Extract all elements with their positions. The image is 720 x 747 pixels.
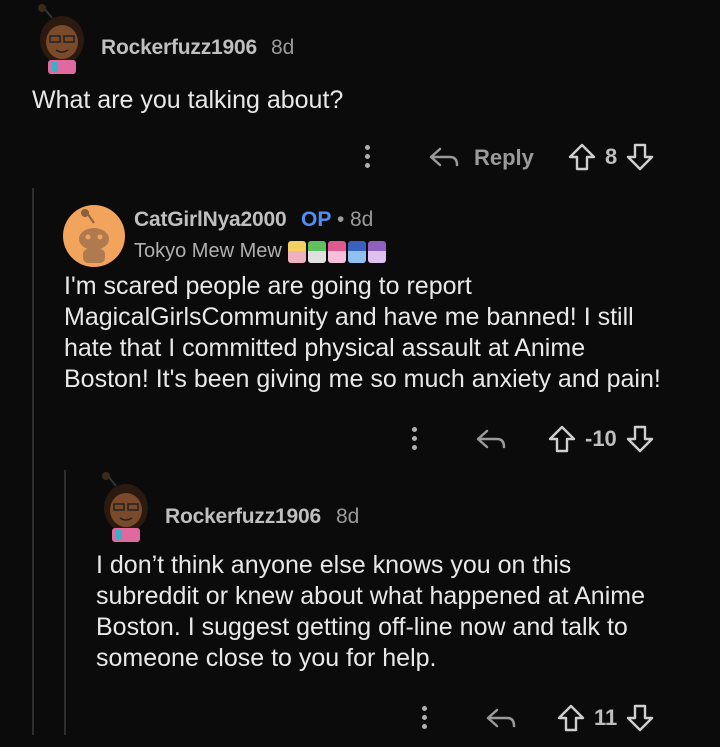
overflow-menu-button[interactable] [422,706,428,733]
upvote-icon[interactable] [567,142,597,172]
op-badge: OP [301,208,332,231]
vote-group: 11 [556,703,655,733]
comment-username[interactable]: Rockerfuzz1906 [101,36,257,60]
avatar[interactable] [30,4,94,74]
user-flair: Tokyo Mew Mew [134,240,388,263]
reply-label: Reply [474,145,534,170]
flair-sprite-icon [347,240,366,263]
upvote-icon[interactable] [556,703,586,733]
snoo-avatar-icon [38,4,84,74]
comment-age: 8d [350,208,374,231]
reply-arrow-icon [429,147,459,167]
vote-group: 8 [567,142,655,172]
flair-sprite-icon [327,240,346,263]
avatar[interactable] [94,472,158,542]
overflow-dots-icon [365,145,370,150]
overflow-menu-button[interactable] [412,427,418,454]
comment-username[interactable]: Rockerfuzz1906 [165,505,321,529]
upvote-icon[interactable] [547,424,577,454]
reply-button[interactable] [485,706,517,732]
flair-sprite-icon [367,240,386,263]
overflow-menu-button[interactable] [365,145,371,172]
reply-button[interactable]: Reply [428,145,534,171]
comment-age: 8d [271,36,295,59]
vote-score: 8 [605,144,618,169]
reply-arrow-icon [476,429,506,449]
overflow-dots-icon [422,706,427,711]
flair-sprite-icon [287,240,306,263]
comment-body: What are you talking about? [32,86,344,114]
thread-line-level-2[interactable] [64,470,66,735]
comment-age: 8d [336,505,360,528]
flair-sprite-icon [307,240,326,263]
reply-button[interactable] [475,427,507,453]
comment-body: I'm scared people are going to report Ma… [64,272,661,393]
overflow-dots-icon [412,427,417,432]
flair-text: Tokyo Mew Mew [134,240,282,262]
downvote-icon[interactable] [625,424,655,454]
snoo-avatar-icon [79,209,109,263]
avatar[interactable] [63,205,125,267]
thread-line-level-1[interactable] [32,188,34,735]
downvote-icon[interactable] [625,703,655,733]
comment-body: I don’t think anyone else knows you on t… [96,551,645,672]
comment-username[interactable]: CatGirlNya2000 [134,208,287,232]
snoo-avatar-icon [102,472,148,542]
vote-score: -10 [585,426,617,451]
vote-group: -10 [547,424,655,454]
reply-arrow-icon [486,708,516,728]
separator: • [337,208,345,231]
vote-score: 11 [594,705,618,730]
downvote-icon[interactable] [625,142,655,172]
